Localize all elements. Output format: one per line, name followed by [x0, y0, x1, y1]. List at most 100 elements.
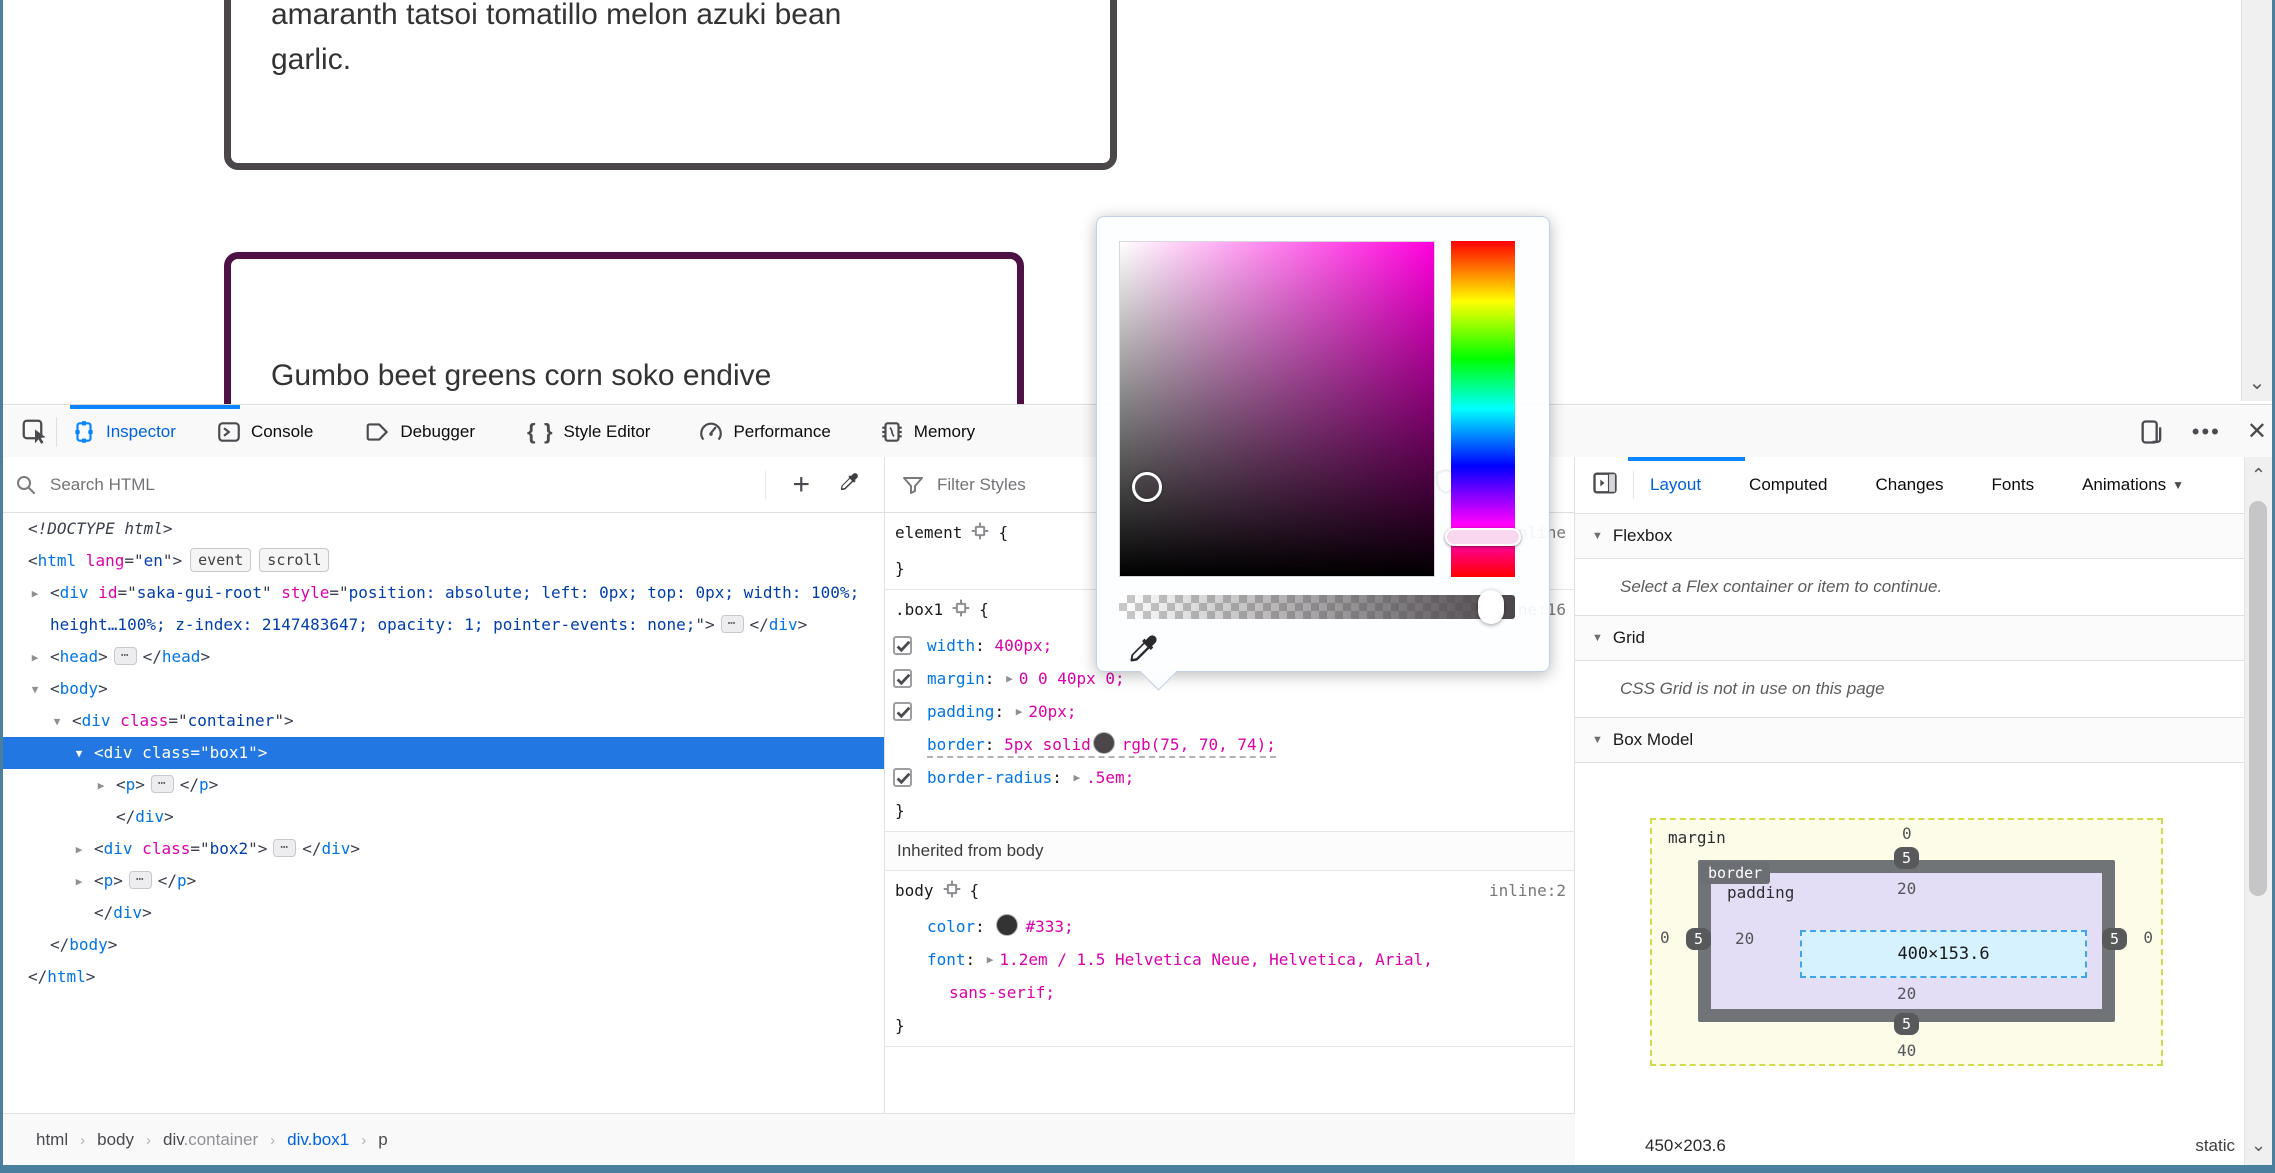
tab-inspector[interactable]: Inspector — [69, 419, 178, 445]
meatball-menu-icon[interactable]: ••• — [2192, 419, 2221, 445]
breadcrumb-item[interactable]: p — [372, 1130, 393, 1149]
markup-row[interactable]: ▶ <p> ⋯ </p> — [0, 769, 884, 801]
tab-performance[interactable]: Performance — [696, 419, 832, 445]
css-property[interactable]: color: #333; — [885, 910, 1574, 943]
expand-value-icon[interactable]: ▶ — [1074, 761, 1081, 794]
rule-selector[interactable]: body — [895, 881, 934, 900]
more-tabs-dropdown-icon[interactable]: ▼ — [2172, 478, 2184, 492]
twisty-closed-icon[interactable]: ▶ — [26, 642, 44, 674]
tab-changes[interactable]: Changes — [1873, 475, 1945, 495]
property-value[interactable]: 400px; — [994, 636, 1052, 655]
color-swatch[interactable] — [1092, 732, 1115, 754]
markup-row[interactable]: <html lang="en"> event scroll — [0, 545, 884, 577]
twisty-open-icon[interactable]: ▼ — [48, 706, 66, 738]
markup-row[interactable]: </body> — [0, 929, 884, 961]
tab-debugger[interactable]: Debugger — [363, 419, 477, 445]
close-devtools-icon[interactable]: ✕ — [2247, 417, 2267, 446]
tab-computed[interactable]: Computed — [1747, 475, 1829, 495]
scrollbar-thumb[interactable] — [2249, 501, 2267, 896]
css-property[interactable]: border-radius: ▶ .5em; — [885, 761, 1574, 794]
rule-selector-line[interactable]: body {inline:2 — [885, 874, 1574, 910]
markup-row-selected[interactable]: ▼ <div class="box1"> — [0, 737, 884, 769]
expand-value-icon[interactable]: ▶ — [987, 943, 994, 976]
breadcrumb-item[interactable]: body — [91, 1130, 140, 1149]
alpha-slider-handle[interactable] — [1478, 590, 1504, 624]
property-checkbox[interactable] — [893, 636, 912, 655]
property-value[interactable]: 5px solid — [1004, 735, 1091, 754]
layout-panel-scrollbar[interactable]: ⌃ ⌄ — [2244, 457, 2272, 1166]
ellipsis-pill[interactable]: ⋯ — [128, 871, 152, 889]
markup-row[interactable]: <!DOCTYPE html> — [0, 513, 884, 545]
expand-sidebar-icon[interactable] — [1591, 469, 1619, 502]
property-checkbox[interactable] — [893, 768, 912, 787]
color-swatch[interactable] — [996, 914, 1019, 936]
ellipsis-pill[interactable]: ⋯ — [273, 839, 297, 857]
box-model-content[interactable]: 400×153.6 — [1800, 930, 2087, 978]
grid-section-header[interactable]: ▼ Grid — [1575, 616, 2275, 661]
twisty-closed-icon[interactable]: ▶ — [92, 770, 110, 802]
filter-styles-input[interactable]: Filter Styles — [937, 475, 1026, 495]
property-name[interactable]: width — [927, 636, 975, 655]
box-model-section-header[interactable]: ▼ Box Model — [1575, 718, 2275, 763]
property-value[interactable]: 1.2em / 1.5 Helvetica Neue, Helvetica, A… — [999, 950, 1432, 969]
markup-row[interactable]: </div> — [0, 801, 884, 833]
property-value[interactable]: .5em; — [1086, 768, 1134, 787]
responsive-design-mode-icon[interactable] — [2138, 418, 2166, 446]
twisty-open-icon[interactable]: ▼ — [70, 738, 88, 770]
twisty-closed-icon[interactable]: ▶ — [70, 834, 88, 866]
box-model-border-layer[interactable]: padding 20 20 20 20 border 400×153.6 5 5… — [1686, 847, 2127, 1035]
hue-slider[interactable] — [1451, 241, 1515, 577]
hue-slider-handle[interactable] — [1445, 528, 1521, 546]
breadcrumb-item[interactable]: div.container — [157, 1130, 264, 1149]
markup-row[interactable]: ▶ <div class="box2"> ⋯ </div> — [0, 833, 884, 865]
alpha-slider[interactable] — [1119, 595, 1515, 619]
property-value[interactable]: #333; — [1025, 917, 1073, 936]
css-property[interactable]: padding: ▶ 20px; — [885, 695, 1574, 728]
saturation-lightness-square[interactable] — [1119, 241, 1435, 577]
ellipsis-pill[interactable]: ⋯ — [113, 647, 137, 665]
css-property[interactable]: border: 5px solid rgb(75, 70, 74); — [885, 728, 1574, 761]
rule-selector[interactable]: .box1 — [895, 600, 943, 619]
property-name[interactable]: font — [927, 950, 966, 969]
markup-row[interactable]: ▶ <head> ⋯ </head> — [0, 641, 884, 673]
property-value[interactable]: rgb(75, 70, 74); — [1122, 735, 1276, 754]
search-input[interactable]: Search HTML — [50, 475, 155, 495]
tab-memory[interactable]: Memory — [877, 419, 977, 445]
pick-element-button[interactable] — [20, 417, 50, 447]
ellipsis-pill[interactable]: ⋯ — [150, 775, 174, 793]
tab-style-editor[interactable]: { } Style Editor — [525, 419, 652, 445]
markup-row[interactable]: ▼ <div class="container"> — [0, 705, 884, 737]
saturation-marker[interactable] — [1132, 472, 1162, 502]
tab-animations[interactable]: Animations — [2080, 475, 2170, 495]
breadcrumb-item[interactable]: div.box1 — [281, 1130, 355, 1149]
property-checkbox[interactable] — [893, 702, 912, 721]
property-name[interactable]: color — [927, 917, 975, 936]
property-name[interactable]: padding — [927, 702, 994, 721]
highlight-node-icon[interactable] — [942, 877, 962, 910]
markup-row[interactable]: ▶ <p> ⋯ </p> — [0, 865, 884, 897]
twisty-open-icon[interactable]: ▼ — [26, 674, 44, 706]
markup-row[interactable]: ▼ <body> — [0, 673, 884, 705]
markup-row[interactable]: ▶ <div id="saka-gui-root" style="position… — [0, 577, 884, 641]
property-value[interactable]: 20px; — [1028, 702, 1076, 721]
tab-layout[interactable]: Layout — [1648, 475, 1703, 495]
rule-selector[interactable]: element — [895, 523, 962, 542]
highlight-node-icon[interactable] — [951, 596, 971, 629]
flexbox-section-header[interactable]: ▼ Flexbox — [1575, 514, 2275, 559]
property-name[interactable]: border — [927, 735, 985, 754]
property-name[interactable]: border-radius — [927, 768, 1052, 787]
event-badge[interactable]: event — [190, 548, 252, 572]
markup-row[interactable]: </div> — [0, 897, 884, 929]
rule-source-link[interactable]: inline:2 — [1489, 874, 1566, 907]
page-scrollbar[interactable]: ⌄ — [2241, 0, 2272, 401]
add-node-button[interactable]: + — [792, 469, 810, 499]
highlight-node-icon[interactable] — [970, 519, 990, 552]
scroll-down-icon[interactable]: ⌄ — [2245, 1135, 2272, 1156]
css-property[interactable]: font: ▶ 1.2em / 1.5 Helvetica Neue, Helve… — [885, 943, 1574, 976]
scroll-up-icon[interactable]: ⌃ — [2245, 465, 2272, 486]
property-name[interactable]: margin — [927, 669, 985, 688]
scroll-down-icon[interactable]: ⌄ — [2242, 373, 2272, 393]
event-badge[interactable]: scroll — [259, 548, 330, 572]
tab-fonts[interactable]: Fonts — [1990, 475, 2037, 495]
ellipsis-pill[interactable]: ⋯ — [720, 615, 744, 633]
